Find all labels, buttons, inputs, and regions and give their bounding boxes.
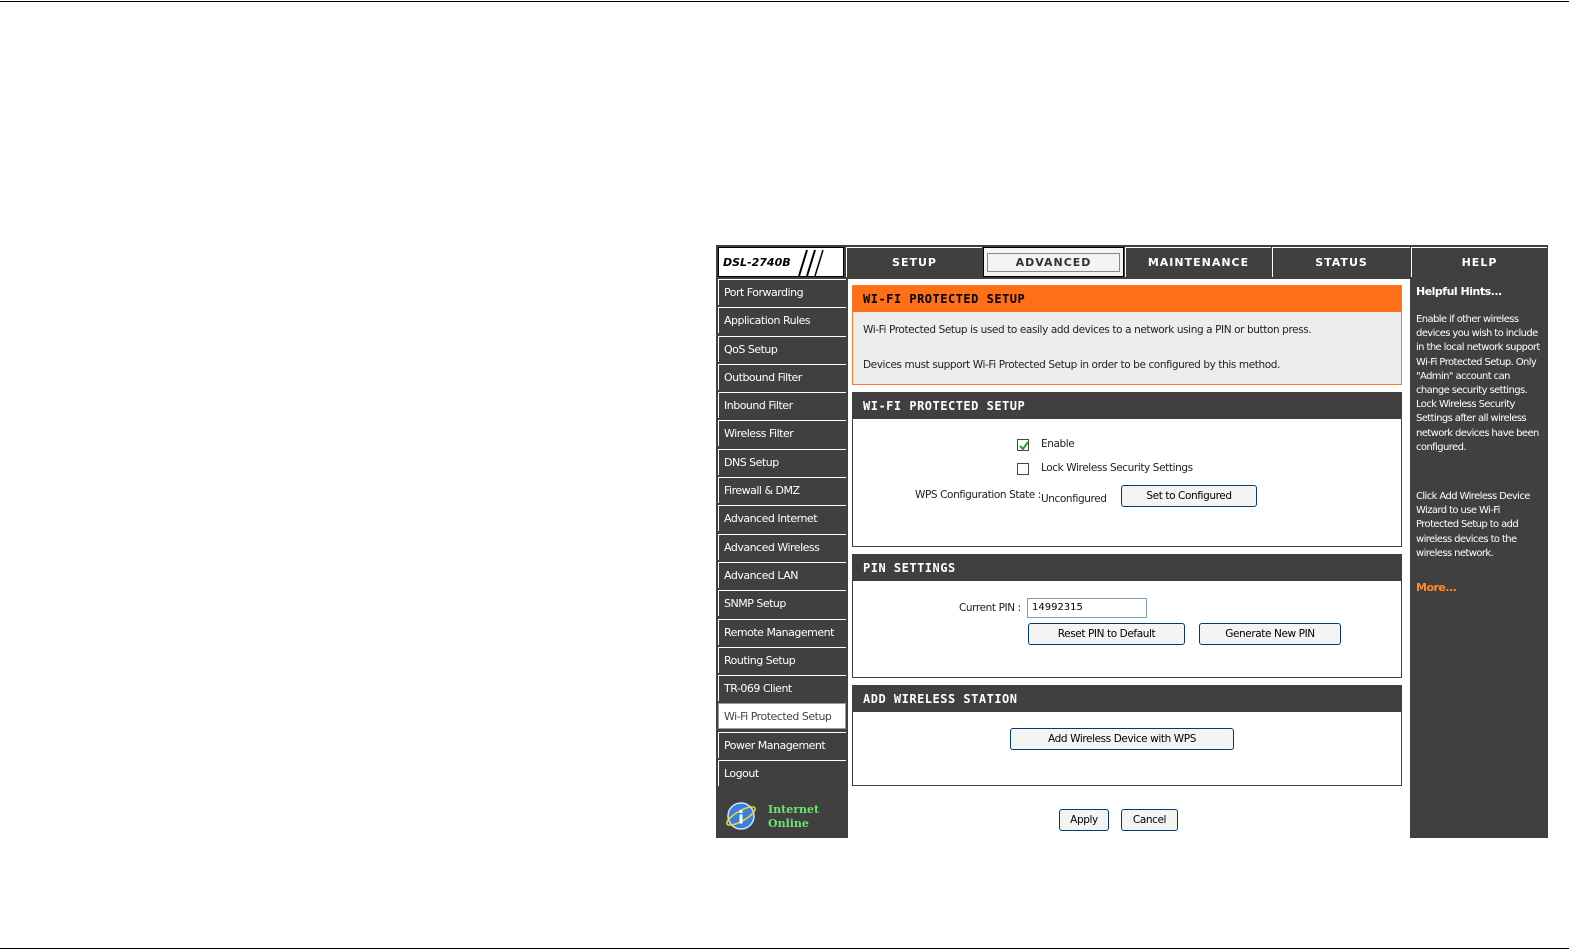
logo-slash-icon (798, 249, 824, 276)
cancel-button[interactable]: Cancel (1121, 809, 1178, 831)
sidebar-item-logout[interactable]: Logout (718, 760, 846, 787)
enable-checkbox[interactable] (1017, 439, 1029, 451)
sidebar-item-snmp-setup[interactable]: SNMP Setup (718, 590, 846, 617)
sidebar-item-tr069-client[interactable]: TR-069 Client (718, 675, 846, 702)
sidebar-item-wireless-filter[interactable]: Wireless Filter (718, 420, 846, 447)
generate-pin-button[interactable]: Generate New PIN (1199, 623, 1341, 645)
checkmark-icon (1019, 441, 1029, 451)
sidebar-item-outbound-filter[interactable]: Outbound Filter (718, 363, 846, 390)
lock-security-label: Lock Wireless Security Settings (1041, 462, 1193, 474)
pin-settings-title: PIN SETTINGS (853, 555, 1401, 581)
sidebar-item-port-forwarding[interactable]: Port Forwarding (718, 279, 846, 305)
pin-settings-section: PIN SETTINGS Current PIN : 14992315 Rese… (852, 554, 1402, 678)
sidebar-item-remote-management[interactable]: Remote Management (718, 618, 846, 645)
sidebar-item-advanced-internet[interactable]: Advanced Internet (718, 505, 846, 532)
tab-status[interactable]: STATUS (1272, 247, 1410, 277)
sidebar-item-qos-setup[interactable]: QoS Setup (718, 335, 846, 362)
help-text-2: Click Add Wireless Device Wizard to use … (1416, 491, 1530, 559)
add-wireless-station-title: ADD WIRELESS STATION (853, 686, 1401, 712)
tab-setup[interactable]: SETUP (846, 247, 982, 277)
wps-section: WI-FI PROTECTED SETUP Enable Lock Wirele… (852, 392, 1402, 547)
sidebar-item-advanced-lan[interactable]: Advanced LAN (718, 561, 846, 588)
sidebar-item-routing-setup[interactable]: Routing Setup (718, 646, 846, 673)
internet-status-text: Internet Online (768, 803, 820, 830)
router-admin-window: DSL-2740B SETUP ADVANCED MAINTENANCE STA… (716, 245, 1548, 838)
add-wireless-device-button[interactable]: Add Wireless Device with WPS (1010, 728, 1234, 750)
tab-help[interactable]: HELP (1411, 247, 1547, 277)
intro-text-1: Wi-Fi Protected Setup is used to easily … (863, 324, 1312, 336)
main-content: WI-FI PROTECTED SETUP Wi-Fi Protected Se… (848, 279, 1410, 838)
sidebar: Port Forwarding Application Rules QoS Se… (718, 279, 846, 788)
add-wireless-station-section: ADD WIRELESS STATION Add Wireless Device… (852, 685, 1402, 786)
page-bottom-rule (0, 948, 1569, 949)
wps-state-value: Unconfigured (1041, 493, 1107, 505)
lock-security-checkbox[interactable] (1017, 463, 1029, 475)
sidebar-item-advanced-wireless[interactable]: Advanced Wireless (718, 533, 846, 560)
help-panel: Helpful Hints... Enable if other wireles… (1412, 279, 1546, 838)
wps-section-title: WI-FI PROTECTED SETUP (853, 393, 1401, 419)
current-pin-label: Current PIN : (959, 602, 1021, 614)
set-to-configured-button[interactable]: Set to Configured (1121, 485, 1257, 507)
model-logo: DSL-2740B (718, 247, 844, 277)
sidebar-item-firewall-dmz[interactable]: Firewall & DMZ (718, 477, 846, 504)
tab-maintenance[interactable]: MAINTENANCE (1125, 247, 1271, 277)
help-title: Helpful Hints... (1416, 285, 1502, 298)
internet-status: Internet Online (718, 789, 846, 836)
apply-button[interactable]: Apply (1059, 809, 1109, 831)
internet-globe-icon (726, 802, 756, 830)
enable-label: Enable (1041, 438, 1075, 450)
current-pin-field[interactable]: 14992315 (1027, 598, 1147, 618)
intro-title: WI-FI PROTECTED SETUP (853, 286, 1401, 312)
sidebar-item-application-rules[interactable]: Application Rules (718, 307, 846, 334)
intro-text-2: Devices must support Wi-Fi Protected Set… (863, 359, 1280, 371)
sidebar-item-inbound-filter[interactable]: Inbound Filter (718, 392, 846, 419)
help-more-link[interactable]: More... (1416, 581, 1457, 594)
sidebar-item-power-management[interactable]: Power Management (718, 731, 846, 758)
reset-pin-button[interactable]: Reset PIN to Default (1028, 623, 1185, 645)
model-name: DSL-2740B (723, 256, 791, 269)
sidebar-item-wifi-protected-setup[interactable]: Wi-Fi Protected Setup (718, 703, 846, 730)
intro-panel: WI-FI PROTECTED SETUP Wi-Fi Protected Se… (852, 285, 1402, 385)
wps-state-label: WPS Configuration State : (915, 489, 1041, 501)
tab-advanced[interactable]: ADVANCED (983, 247, 1124, 277)
help-text-1: Enable if other wireless devices you wis… (1416, 314, 1540, 453)
page-top-rule (0, 1, 1569, 2)
sidebar-item-dns-setup[interactable]: DNS Setup (718, 448, 846, 475)
